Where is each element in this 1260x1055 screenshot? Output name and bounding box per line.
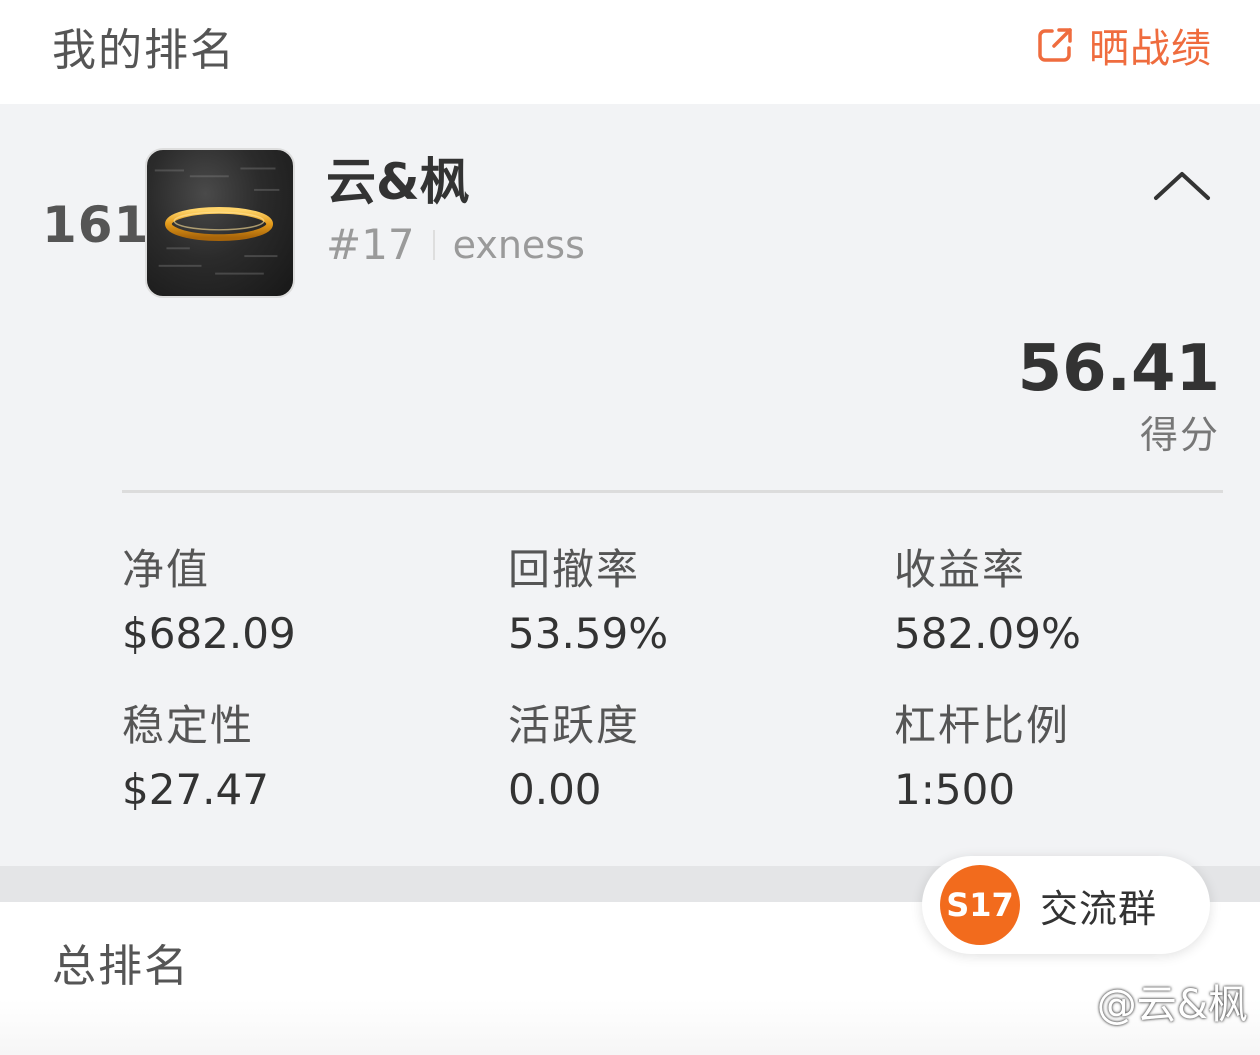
stat-value: 0.00 (508, 765, 602, 814)
user-id: #17 (326, 220, 415, 269)
page-title: 我的排名 (52, 25, 236, 76)
stat-label: 稳定性 (122, 701, 255, 750)
share-results-label: 晒战绩 (1089, 26, 1212, 72)
meta-divider (432, 229, 435, 260)
stat-value: 1:500 (894, 765, 1016, 814)
stat-label: 活跃度 (508, 701, 641, 750)
stat-leverage: 杠杆比例 1:500 (894, 692, 1234, 814)
stat-return-rate: 收益率 582.09% (894, 536, 1234, 658)
collapse-button[interactable] (1150, 166, 1214, 206)
s17-logo-icon: S17 (940, 865, 1020, 945)
stat-label: 净值 (122, 545, 211, 594)
share-results-button[interactable]: 晒战绩 (1035, 16, 1212, 74)
share-external-icon (1038, 28, 1072, 62)
card-divider (122, 490, 1223, 493)
stat-value: $682.09 (122, 609, 296, 658)
watermark: @云&枫 (1096, 982, 1248, 1028)
user-meta: #17 exness (326, 220, 585, 269)
my-rank-card: 161 云&枫 #17 exness 56.41 得分 净值 $682.09 回… (0, 104, 1260, 866)
stat-drawdown: 回撤率 53.59% (508, 536, 848, 658)
stat-label: 杠杆比例 (894, 701, 1071, 750)
stat-label: 回撤率 (508, 545, 641, 594)
score-label: 得分 (1139, 413, 1220, 457)
overall-ranking-title: 总排名 (52, 941, 190, 992)
stat-value: 53.59% (508, 609, 669, 658)
avatar (145, 148, 295, 298)
user-name: 云&枫 (326, 153, 470, 211)
stat-value: 582.09% (894, 609, 1081, 658)
chevron-up-icon (1154, 172, 1210, 200)
broker-name: exness (452, 222, 585, 267)
stat-value: $27.47 (122, 765, 269, 814)
score-value: 56.41 (1017, 332, 1220, 406)
rank-number: 161 (42, 196, 150, 254)
stat-label: 收益率 (894, 545, 1027, 594)
chat-group-button[interactable]: S17 交流群 (922, 856, 1210, 954)
stat-stability: 稳定性 $27.47 (122, 692, 462, 814)
gold-ring-avatar-icon (154, 167, 280, 275)
stat-activity: 活跃度 0.00 (508, 692, 848, 814)
bottom-fade (0, 1000, 1260, 1055)
page-header: 我的排名 晒战绩 (0, 0, 1260, 104)
stat-net-value: 净值 $682.09 (122, 536, 462, 658)
chat-group-label: 交流群 (1040, 886, 1158, 931)
